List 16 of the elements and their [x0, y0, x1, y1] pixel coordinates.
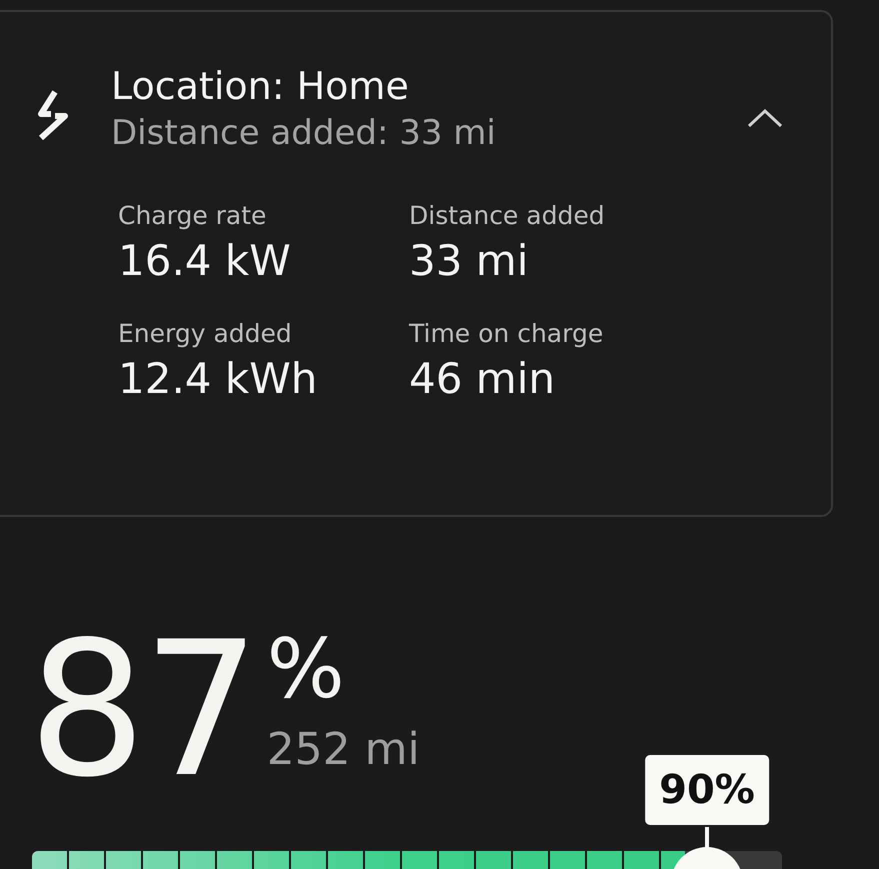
stat-value: 46 min — [409, 353, 555, 405]
stat-value: 33 mi — [409, 235, 528, 287]
collapse-chevron-icon[interactable] — [747, 108, 783, 128]
stat-label: Time on charge — [409, 318, 604, 350]
location-title: Location: Home — [111, 63, 409, 110]
stat-value: 16.4 kW — [118, 235, 291, 287]
stat-label: Energy added — [118, 318, 292, 350]
percent-sign: % — [266, 627, 345, 713]
stat-value: 12.4 kWh — [118, 353, 318, 405]
stat-label: Distance added — [409, 200, 605, 232]
battery-percent: 87 — [28, 617, 257, 803]
range-estimate: 252 mi — [266, 725, 420, 775]
lightning-icon — [37, 90, 69, 140]
distance-summary: Distance added: 33 mi — [111, 112, 496, 155]
charge-limit-label: 90% — [645, 755, 769, 825]
stat-label: Charge rate — [118, 200, 266, 232]
